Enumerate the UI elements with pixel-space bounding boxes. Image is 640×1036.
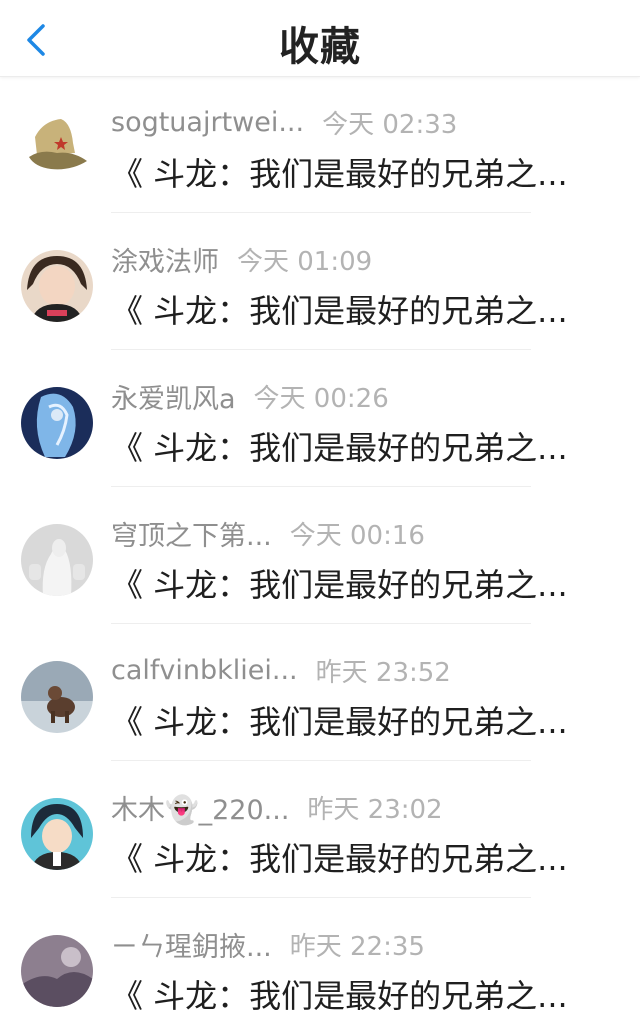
list-item[interactable]: sogtuajrtwei... 今天 02:33 《 斗龙：我们是最好的兄弟之.… <box>0 77 640 214</box>
item-title[interactable]: 《 斗龙：我们是最好的兄弟之... <box>111 834 586 880</box>
divider <box>111 623 531 624</box>
username[interactable]: 穹顶之下第... <box>111 514 272 553</box>
avatar[interactable] <box>21 250 93 322</box>
item-meta: calfvinbkliei... 昨天 23:52 <box>111 653 451 688</box>
avatar[interactable] <box>21 798 93 870</box>
avatar[interactable] <box>21 387 93 459</box>
list-item[interactable]: 涂戏法师 今天 01:09 《 斗龙：我们是最好的兄弟之... <box>0 214 640 351</box>
username[interactable]: 永爱凯风a <box>111 377 236 416</box>
page-title: 收藏 <box>279 24 361 70</box>
divider <box>111 897 531 898</box>
list-item[interactable]: ㄧㄣ瑆鈅掖... 昨天 22:35 《 斗龙：我们是最好的兄弟之... <box>0 899 640 1036</box>
divider <box>111 486 531 487</box>
username[interactable]: 涂戏法师 <box>111 240 219 279</box>
list-item[interactable]: 永爱凯风a 今天 00:26 《 斗龙：我们是最好的兄弟之... <box>0 351 640 488</box>
timestamp: 今天 00:16 <box>289 520 425 551</box>
item-meta: 涂戏法师 今天 01:09 <box>111 240 373 279</box>
avatar-image <box>21 113 93 185</box>
divider <box>111 212 531 213</box>
top-bar: 收藏 <box>0 0 640 77</box>
avatar-image <box>21 661 93 733</box>
item-meta: ㄧㄣ瑆鈅掖... 昨天 22:35 <box>111 925 425 964</box>
username[interactable]: calfvinbkliei... <box>111 655 298 686</box>
divider <box>111 349 531 350</box>
favorites-list: sogtuajrtwei... 今天 02:33 《 斗龙：我们是最好的兄弟之.… <box>0 77 640 1036</box>
avatar-image <box>21 935 93 1007</box>
timestamp: 昨天 23:02 <box>307 794 443 825</box>
timestamp: 今天 02:33 <box>322 109 458 140</box>
avatar[interactable] <box>21 935 93 1007</box>
item-title[interactable]: 《 斗龙：我们是最好的兄弟之... <box>111 971 586 1017</box>
avatar-image <box>21 250 93 322</box>
item-meta: 永爱凯风a 今天 00:26 <box>111 377 389 416</box>
item-meta: 穹顶之下第... 今天 00:16 <box>111 514 425 553</box>
avatar-image <box>21 798 93 870</box>
timestamp: 今天 01:09 <box>237 246 373 277</box>
list-item[interactable]: 木木👻_220... 昨天 23:02 《 斗龙：我们是最好的兄弟之... <box>0 762 640 899</box>
avatar[interactable] <box>21 113 93 185</box>
timestamp: 昨天 23:52 <box>315 657 451 688</box>
item-title[interactable]: 《 斗龙：我们是最好的兄弟之... <box>111 560 586 606</box>
item-title[interactable]: 《 斗龙：我们是最好的兄弟之... <box>111 423 586 469</box>
list-item[interactable]: 穹顶之下第... 今天 00:16 《 斗龙：我们是最好的兄弟之... <box>0 488 640 625</box>
item-meta: sogtuajrtwei... 今天 02:33 <box>111 105 458 140</box>
avatar[interactable] <box>21 661 93 733</box>
timestamp: 昨天 22:35 <box>289 931 425 962</box>
item-title[interactable]: 《 斗龙：我们是最好的兄弟之... <box>111 697 586 743</box>
timestamp: 今天 00:26 <box>253 383 389 414</box>
avatar-image <box>21 524 93 596</box>
item-title[interactable]: 《 斗龙：我们是最好的兄弟之... <box>111 286 586 332</box>
username[interactable]: ㄧㄣ瑆鈅掖... <box>111 925 272 964</box>
username[interactable]: sogtuajrtwei... <box>111 107 304 138</box>
avatar[interactable] <box>21 524 93 596</box>
username[interactable]: 木木👻_220... <box>111 788 289 827</box>
avatar-image <box>21 387 93 459</box>
divider <box>111 760 531 761</box>
list-item[interactable]: calfvinbkliei... 昨天 23:52 《 斗龙：我们是最好的兄弟之… <box>0 625 640 762</box>
item-title[interactable]: 《 斗龙：我们是最好的兄弟之... <box>111 149 586 195</box>
item-meta: 木木👻_220... 昨天 23:02 <box>111 788 443 827</box>
